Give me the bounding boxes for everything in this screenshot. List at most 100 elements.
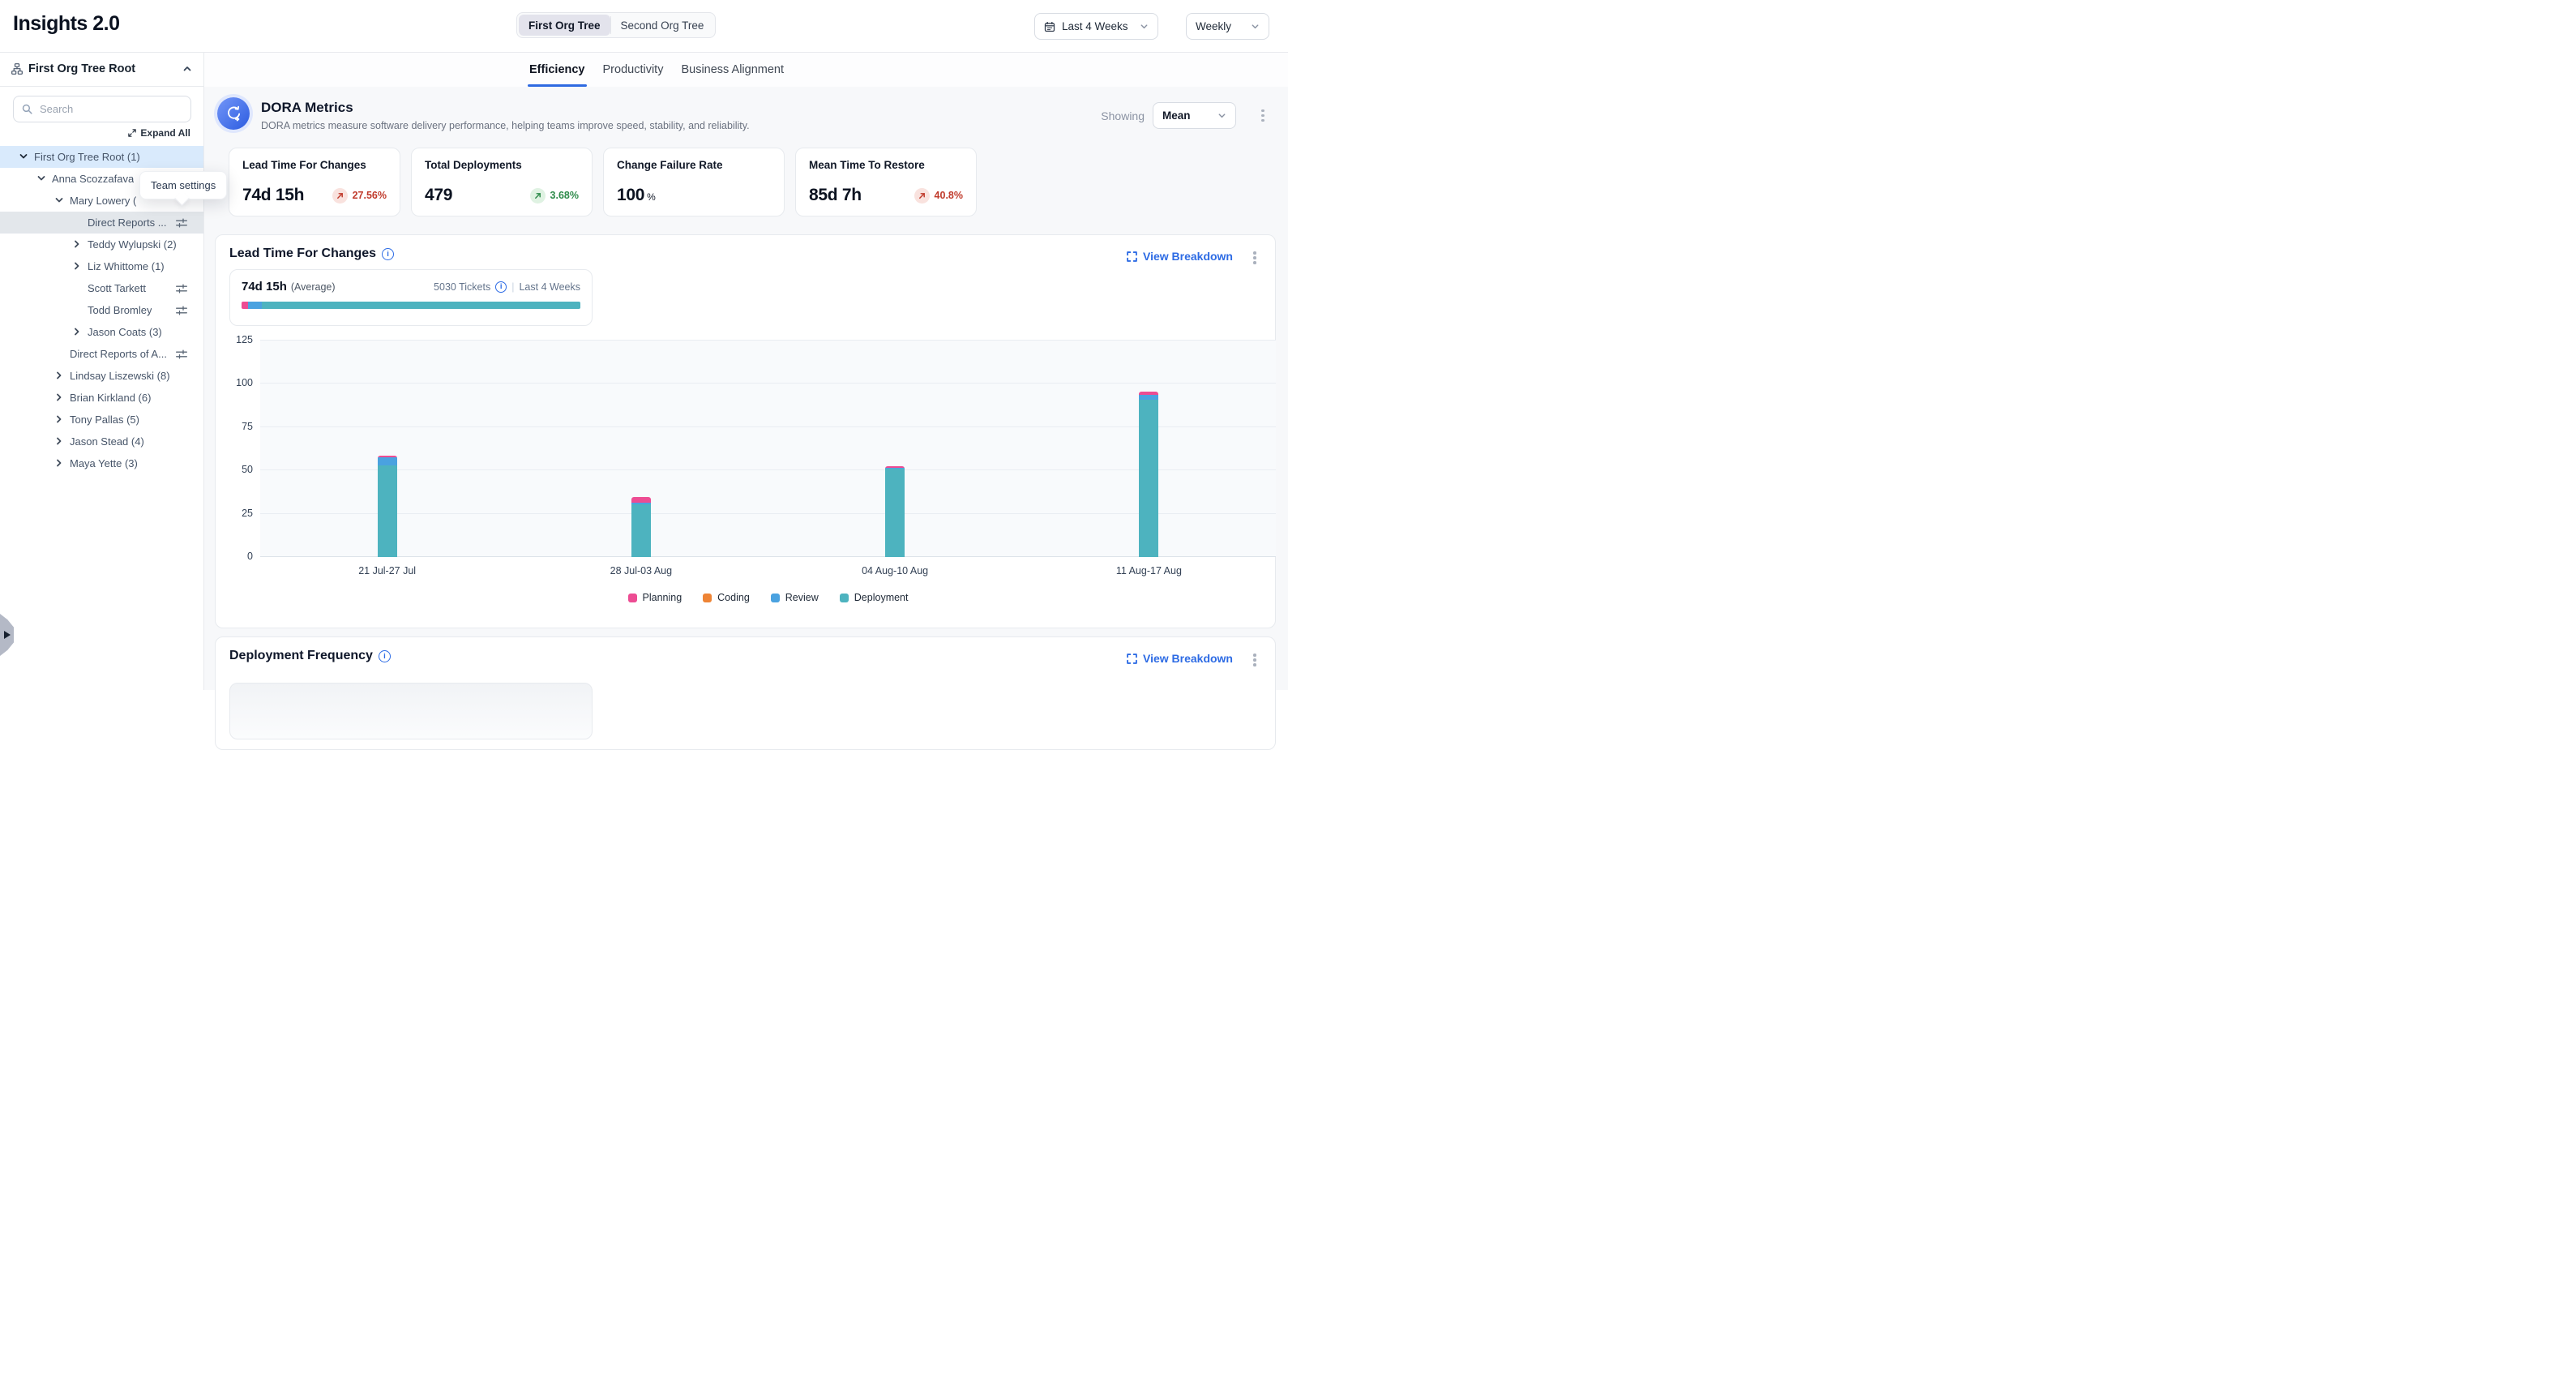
lead-time-kebab-menu[interactable] [1249, 250, 1260, 266]
legend-swatch [771, 594, 780, 602]
tab-productivity[interactable]: Productivity [601, 52, 665, 87]
tree-item[interactable]: Direct Reports ... [0, 212, 203, 234]
chevron-right-icon[interactable] [72, 327, 83, 337]
bar-segment-review [378, 457, 397, 465]
search-input[interactable] [38, 102, 182, 116]
summary-segment-planning [242, 302, 248, 309]
dora-kebab-menu[interactable] [1257, 108, 1269, 124]
tree-item-label: Todd Bromley [88, 304, 152, 316]
tree-item-label: Tony Pallas (5) [70, 414, 139, 426]
team-settings-icon[interactable] [176, 306, 187, 315]
legend-swatch [628, 594, 637, 602]
legend-label: Review [785, 592, 819, 603]
view-breakdown-link[interactable]: View Breakdown [1127, 652, 1233, 665]
gridline [260, 556, 1276, 557]
stacked-bar[interactable] [1139, 392, 1158, 557]
chevron-right-icon[interactable] [72, 239, 83, 250]
legend-item[interactable]: Review [771, 592, 819, 603]
tree-item-label: Brian Kirkland (6) [70, 392, 151, 404]
tree-item[interactable]: Todd Bromley [0, 299, 203, 321]
tree-item-label: Maya Yette (3) [70, 457, 138, 469]
chevron-right-icon[interactable] [54, 436, 65, 447]
team-settings-icon[interactable] [176, 218, 187, 228]
lead-time-summary-card: 74d 15h (Average) 5030 Tickets | Last 4 … [229, 269, 593, 326]
tooltip-label: Team settings [151, 179, 216, 191]
legend-item[interactable]: Coding [703, 592, 750, 603]
info-icon[interactable] [382, 248, 394, 260]
metric-card-value: 100% [617, 186, 656, 205]
team-settings-icon[interactable] [176, 349, 187, 359]
legend-item[interactable]: Planning [628, 592, 683, 603]
showing-select[interactable]: Mean [1153, 102, 1236, 129]
metric-card-value: 479 [425, 186, 452, 205]
trend-badge: 27.56% [332, 188, 387, 204]
stacked-bar[interactable] [631, 497, 651, 557]
tree-item-label: Teddy Wylupski (2) [88, 238, 177, 251]
chevron-right-icon[interactable] [54, 392, 65, 403]
metric-card: Change Failure Rate 100% [603, 148, 785, 216]
search-icon [22, 104, 32, 114]
date-range-select[interactable]: Last 4 Weeks [1034, 13, 1158, 40]
tree-item[interactable]: Teddy Wylupski (2) [0, 234, 203, 255]
summary-tickets: 5030 Tickets [434, 281, 490, 293]
tab-efficiency[interactable]: Efficiency [528, 52, 587, 87]
tree-item[interactable]: Tony Pallas (5) [0, 409, 203, 431]
chevron-down-icon[interactable] [54, 195, 65, 206]
chevron-right-icon[interactable] [54, 414, 65, 425]
info-icon[interactable] [495, 281, 507, 293]
chevron-down-icon [1251, 22, 1260, 31]
deployment-kebab-menu[interactable] [1249, 652, 1260, 668]
gridline [260, 469, 1276, 470]
chevron-down-icon[interactable] [19, 152, 29, 162]
summary-stacked-bar [242, 302, 580, 309]
chevron-right-icon[interactable] [72, 261, 83, 272]
tree-item[interactable]: Jason Coats (3) [0, 321, 203, 343]
tree-item-label: Mary Lowery ( [70, 195, 136, 207]
gridline [260, 340, 1276, 341]
expand-icon [128, 129, 136, 137]
team-settings-tooltip: Team settings [139, 171, 227, 199]
plot-area [260, 341, 1276, 557]
chevron-right-icon[interactable] [54, 458, 65, 469]
top-header: Insights 2.0 First Org Tree Second Org T… [0, 0, 1288, 53]
stacked-bar[interactable] [378, 456, 397, 557]
tree-item[interactable]: Scott Tarkett [0, 277, 203, 299]
stacked-bar[interactable] [885, 466, 905, 557]
bar-segment-deployment [631, 504, 651, 557]
legend-item[interactable]: Deployment [840, 592, 909, 603]
info-icon[interactable] [379, 650, 391, 662]
metric-card-unit: % [647, 191, 655, 203]
summary-range: Last 4 Weeks [519, 281, 580, 293]
tree-item[interactable]: Liz Whittome (1) [0, 255, 203, 277]
bar-segment-deployment [1139, 400, 1158, 557]
tree-item-label: Jason Coats (3) [88, 326, 162, 338]
sidebar-search[interactable] [13, 96, 191, 122]
granularity-select[interactable]: Weekly [1186, 13, 1269, 40]
expand-all-button[interactable]: Expand All [128, 127, 190, 139]
tree-item[interactable]: Brian Kirkland (6) [0, 387, 203, 409]
tree-item-label: First Org Tree Root (1) [34, 151, 140, 163]
x-tick-label: 11 Aug-17 Aug [1092, 565, 1205, 576]
tab-business-alignment[interactable]: Business Alignment [679, 52, 785, 87]
collapse-sidebar-icon[interactable] [182, 64, 192, 74]
org-toggle-second[interactable]: Second Org Tree [611, 15, 714, 36]
trend-delta: 40.8% [935, 190, 963, 201]
tree-item[interactable]: Jason Stead (4) [0, 431, 203, 452]
x-tick-label: 21 Jul-27 Jul [331, 565, 444, 576]
metric-card-title: Change Failure Rate [617, 159, 771, 171]
deployment-frequency-panel: Deployment Frequency View Breakdown [215, 636, 1276, 750]
tree-item[interactable]: Direct Reports of A... [0, 343, 203, 365]
tree-item[interactable]: First Org Tree Root (1) [0, 146, 203, 168]
tree-item[interactable]: Lindsay Liszewski (8) [0, 365, 203, 387]
legend-label: Planning [643, 592, 683, 603]
tree-item[interactable]: Maya Yette (3) [0, 452, 203, 474]
view-breakdown-icon [1127, 654, 1137, 664]
dora-section-subtitle: DORA metrics measure software delivery p… [261, 120, 750, 131]
expand-drawer-icon [4, 631, 11, 639]
view-breakdown-link[interactable]: View Breakdown [1127, 250, 1233, 263]
view-breakdown-label: View Breakdown [1143, 652, 1233, 665]
org-toggle-first[interactable]: First Org Tree [519, 15, 610, 36]
team-settings-icon[interactable] [176, 284, 187, 294]
chevron-down-icon[interactable] [36, 174, 47, 184]
chevron-right-icon[interactable] [54, 371, 65, 381]
